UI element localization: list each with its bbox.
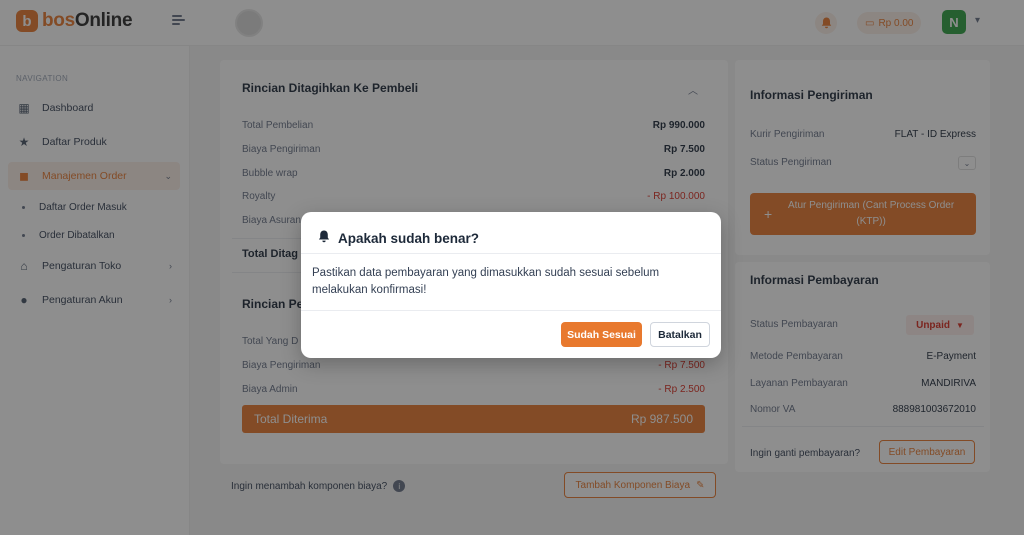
divider <box>301 310 721 311</box>
cancel-button[interactable]: Batalkan <box>650 322 710 347</box>
dialog-message: Pastikan data pembayaran yang dimasukkan… <box>312 267 660 296</box>
bell-icon <box>318 230 330 246</box>
confirmation-dialog: Apakah sudah benar? Pastikan data pembay… <box>301 212 721 358</box>
divider <box>301 253 721 254</box>
dialog-title: Apakah sudah benar? <box>338 230 480 246</box>
confirm-button[interactable]: Sudah Sesuai <box>561 322 642 347</box>
dialog-header: Apakah sudah benar? <box>318 230 479 246</box>
